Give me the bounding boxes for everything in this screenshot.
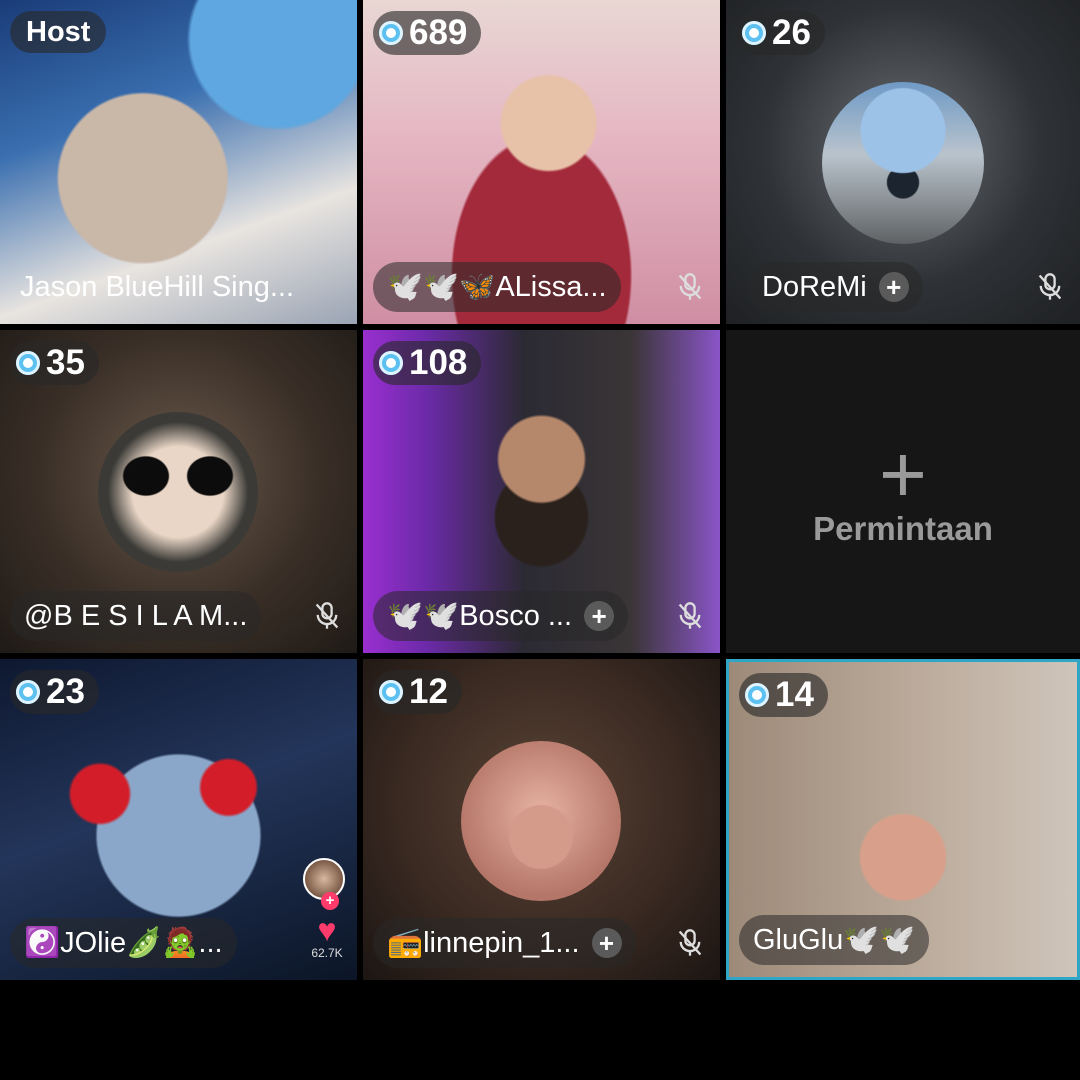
gem-icon — [379, 21, 403, 45]
participant-tile-alissa[interactable]: 689 🕊️🕊️🦋ALissa... — [363, 0, 720, 324]
heart-icon: ♥ — [317, 912, 337, 948]
gem-icon — [16, 351, 40, 375]
gift-count: 108 — [409, 343, 468, 382]
participant-namebar[interactable]: 🕊️🕊️Bosco ... + — [373, 591, 629, 641]
gift-count: 12 — [409, 672, 448, 711]
participant-name: @B E S I L A M... — [24, 599, 248, 632]
participant-namebar[interactable]: @B E S I L A M... — [10, 591, 262, 641]
gift-count-badge: 14 — [739, 673, 828, 717]
gem-icon — [745, 683, 769, 707]
host-label: Host — [26, 15, 91, 48]
participant-tile-gluglu[interactable]: 14 GluGlu🕊️🕊️ — [726, 659, 1080, 980]
gift-count-badge: 26 — [736, 11, 825, 55]
participant-tile-bosco[interactable]: 108 🕊️🕊️Bosco ... + — [363, 330, 720, 653]
gem-icon — [379, 680, 403, 704]
participant-name: 🕊️🕊️Bosco ... — [387, 600, 573, 632]
gem-icon — [379, 351, 403, 375]
likes-count: 62.7K — [311, 946, 343, 960]
participant-namebar[interactable]: 📻linnepin_1... + — [373, 918, 636, 968]
follow-plus-icon[interactable]: + — [321, 892, 339, 910]
gift-count: 26 — [772, 13, 811, 52]
participant-namebar[interactable]: GluGlu🕊️🕊️ — [739, 915, 930, 965]
participant-namebar[interactable]: ☯️JOlie🫛🧟... — [10, 918, 237, 968]
avatar — [98, 412, 258, 572]
participant-tile-linnepin[interactable]: 12 📻linnepin_1... + — [363, 659, 720, 980]
follow-plus-icon[interactable]: + — [591, 928, 622, 958]
host-namebar: Jason BlueHill Sing... — [10, 262, 308, 312]
request-label: Permintaan — [813, 510, 993, 547]
mic-muted-icon — [315, 602, 339, 629]
host-tile[interactable]: Host Jason BlueHill Sing... — [0, 0, 357, 324]
gift-count: 35 — [46, 343, 85, 382]
likes-indicator: ♥ 62.7K — [305, 914, 349, 960]
mic-muted-icon — [678, 602, 702, 629]
participant-grid: Host Jason BlueHill Sing... 689 🕊️🕊️🦋ALi… — [0, 0, 1080, 982]
participant-name: 🕊️🕊️🦋ALissa... — [387, 271, 607, 303]
participant-namebar[interactable]: 🕊️🕊️🦋ALissa... — [373, 262, 621, 312]
gift-count-badge: 35 — [10, 341, 99, 385]
gift-count: 23 — [46, 672, 85, 711]
gift-count-badge: 689 — [373, 11, 482, 55]
gift-count-badge: 12 — [373, 670, 462, 714]
participant-name: Jason BlueHill Sing... — [20, 270, 295, 303]
participant-name: 📻linnepin_1... — [387, 927, 580, 959]
gem-icon — [742, 21, 766, 45]
host-badge: Host — [10, 11, 107, 53]
gift-count: 14 — [775, 675, 814, 714]
mic-muted-icon — [1038, 273, 1062, 300]
participant-tile-doremi[interactable]: 26 DoReMi + — [726, 0, 1080, 324]
participant-name: GluGlu🕊️🕊️ — [753, 924, 916, 956]
gift-count-badge: 108 — [373, 341, 482, 385]
follow-plus-icon[interactable]: + — [878, 272, 909, 302]
mic-muted-icon — [678, 929, 702, 956]
gift-count-badge: 23 — [10, 670, 99, 714]
participant-namebar[interactable]: DoReMi + — [748, 262, 923, 312]
gem-icon — [16, 680, 40, 704]
participant-name: DoReMi — [762, 270, 867, 303]
avatar — [461, 741, 621, 901]
request-slot[interactable]: + Permintaan — [726, 330, 1080, 653]
follow-plus-icon[interactable]: + — [584, 601, 615, 631]
participant-tile-jolie[interactable]: 23 + ☯️JOlie🫛🧟... ♥ 62.7K — [0, 659, 357, 980]
participant-tile-besilam[interactable]: 35 @B E S I L A M... — [0, 330, 357, 653]
plus-icon: + — [879, 429, 927, 520]
avatar — [822, 82, 984, 244]
gift-count: 689 — [409, 13, 468, 52]
participant-name: ☯️JOlie🫛🧟... — [24, 927, 223, 959]
mic-muted-icon — [678, 273, 702, 300]
